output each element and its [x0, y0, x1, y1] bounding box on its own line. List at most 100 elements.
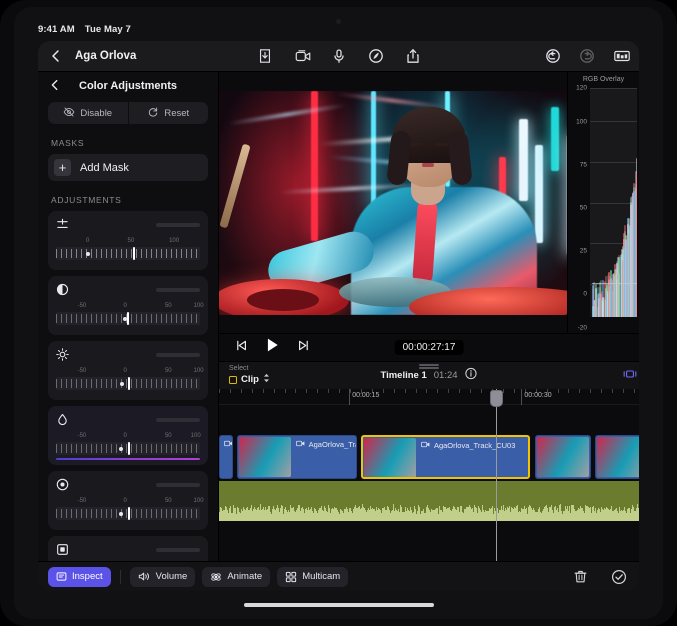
- slider-tick-label: -50: [78, 368, 87, 374]
- volume-button[interactable]: Volume: [130, 567, 196, 587]
- slider-track[interactable]: [56, 377, 200, 390]
- adjustment-value[interactable]: [156, 418, 200, 422]
- timecode-display[interactable]: 00:00:27:17: [395, 340, 464, 355]
- adjustment-value[interactable]: [156, 223, 200, 227]
- main-area: RGB Overlay 1201007550250-20: [219, 72, 639, 561]
- ruler-tick: [590, 389, 591, 393]
- scopes-icon[interactable]: [613, 48, 629, 64]
- adjustment-value[interactable]: [156, 353, 200, 357]
- clip-name: AgaOrlova_Track_CU03: [434, 441, 515, 450]
- slider-track[interactable]: [56, 312, 200, 325]
- adjustment-slider[interactable]: -50050100: [56, 498, 200, 522]
- slider-tick-label: 50: [165, 433, 172, 439]
- slider-tick-label: 100: [191, 433, 201, 439]
- ruler-tick: [339, 389, 340, 393]
- slider-thumb[interactable]: [127, 312, 129, 325]
- inspector-header: Color Adjustments: [38, 72, 218, 100]
- adjustment-value[interactable]: [156, 288, 200, 292]
- adjustment-slider[interactable]: -50050100: [56, 433, 200, 457]
- slider-tick-label: 100: [194, 368, 204, 374]
- adjustment-slider[interactable]: 050100: [56, 238, 200, 262]
- adjustment-slider[interactable]: -50050100: [56, 303, 200, 327]
- scope-axis-label: -20: [578, 325, 587, 332]
- audio-track[interactable]: [219, 481, 639, 521]
- inspector-back-icon[interactable]: [48, 78, 64, 94]
- disable-button[interactable]: Disable: [48, 102, 128, 124]
- adjustment-row-contrast[interactable]: -50050100: [48, 276, 208, 335]
- inspector-scroll-area[interactable]: Disable Reset MASKS +: [38, 100, 218, 561]
- undo-icon[interactable]: [545, 48, 561, 64]
- adjustment-row-black-point[interactable]: -50050100: [48, 536, 208, 561]
- share-icon[interactable]: [405, 48, 421, 64]
- inspector-sidebar: Color Adjustments Disable: [38, 72, 219, 561]
- ruler-tick: [623, 389, 624, 393]
- timeline-clip[interactable]: Ag...: [219, 435, 233, 479]
- ruler-tick: [383, 389, 384, 393]
- rgb-overlay-scope[interactable]: RGB Overlay 1201007550250-20: [567, 72, 639, 333]
- timeline-ruler[interactable]: 00:00:1500:00:30: [219, 389, 639, 405]
- video-viewer[interactable]: [219, 72, 567, 333]
- play-icon[interactable]: [265, 337, 280, 358]
- drummer-mouth: [422, 163, 434, 167]
- slider-track[interactable]: [56, 247, 200, 260]
- scope-axis-label: 100: [576, 119, 587, 126]
- playhead[interactable]: [496, 389, 497, 561]
- adjustment-value[interactable]: [156, 483, 200, 487]
- timeline-clip[interactable]: AgaOrlova_Track_Wid...: [237, 435, 357, 479]
- add-video-icon[interactable]: [294, 48, 310, 64]
- adjustment-row-brightness[interactable]: -50050100: [48, 341, 208, 400]
- adjustment-value[interactable]: [156, 548, 200, 552]
- slider-track[interactable]: [56, 442, 200, 455]
- slider-track[interactable]: [56, 507, 200, 520]
- microphone-icon[interactable]: [331, 48, 347, 64]
- redo-icon[interactable]: [579, 48, 595, 64]
- multicam-button[interactable]: Multicam: [277, 567, 348, 587]
- timeline-clip[interactable]: [595, 435, 639, 479]
- bottom-toolbar: Inspect Volume Animate Multicam: [38, 561, 639, 591]
- import-media-icon[interactable]: [257, 48, 273, 64]
- info-circle-icon[interactable]: [465, 367, 478, 385]
- bottom-tools: Inspect Volume Animate Multicam: [48, 567, 348, 587]
- timeline-tracks[interactable]: 00:00:1500:00:30 Ag... AgaOrlova_Track_Wi…: [219, 389, 639, 561]
- video-track[interactable]: Ag... AgaOrlova_Track_Wid... AgaOrlova_Tra…: [219, 435, 639, 479]
- scope-gridline: [590, 88, 637, 89]
- ruler-tick: [612, 389, 613, 393]
- adjustment-slider[interactable]: -50050100: [56, 368, 200, 392]
- video-preview[interactable]: [219, 91, 567, 315]
- brightness-icon: [56, 348, 69, 361]
- clip-thumbnail: [364, 438, 416, 478]
- scope-axis-label: 0: [583, 290, 587, 297]
- home-indicator[interactable]: [244, 603, 434, 607]
- status-date: Tue May 7: [85, 24, 131, 35]
- slider-thumb[interactable]: [133, 247, 135, 260]
- add-mask-button[interactable]: + Add Mask: [48, 154, 208, 181]
- skip-to-start-icon[interactable]: [235, 339, 248, 357]
- ruler-tick: [503, 389, 504, 393]
- playhead-handle[interactable]: [490, 390, 503, 407]
- slider-tick-label: 100: [169, 238, 179, 244]
- color-wheel-icon[interactable]: [368, 48, 384, 64]
- check-circle-icon[interactable]: [611, 569, 627, 585]
- selection-mode[interactable]: Select Clip: [229, 365, 270, 386]
- slider-zero-marker: [119, 447, 123, 451]
- skip-to-end-icon[interactable]: [297, 339, 310, 357]
- slider-zero-marker: [86, 252, 90, 256]
- slider-tick-label: 0: [123, 303, 126, 309]
- timeline-clip[interactable]: AgaOrlova_Track_CU03: [361, 435, 530, 479]
- adjustment-row-exposure[interactable]: 050100: [48, 211, 208, 270]
- adjustment-row-highlights[interactable]: -50050100: [48, 471, 208, 530]
- animate-button[interactable]: Animate: [202, 567, 270, 587]
- slider-tick-label: 0: [86, 238, 89, 244]
- slider-tick-label: 50: [165, 303, 172, 309]
- inspect-button[interactable]: Inspect: [48, 567, 111, 587]
- chevron-left-icon[interactable]: [48, 48, 64, 64]
- scope-axis-label: 75: [580, 162, 587, 169]
- adjustment-row-saturation[interactable]: -50050100: [48, 406, 208, 465]
- ruler-tick: [470, 389, 471, 393]
- ruler-tick: [426, 389, 427, 393]
- select-value: Clip: [241, 374, 259, 385]
- timeline-clip[interactable]: A...: [535, 435, 591, 479]
- reset-button[interactable]: Reset: [128, 102, 209, 124]
- fit-to-window-icon[interactable]: [623, 367, 637, 385]
- trash-icon[interactable]: [573, 569, 589, 585]
